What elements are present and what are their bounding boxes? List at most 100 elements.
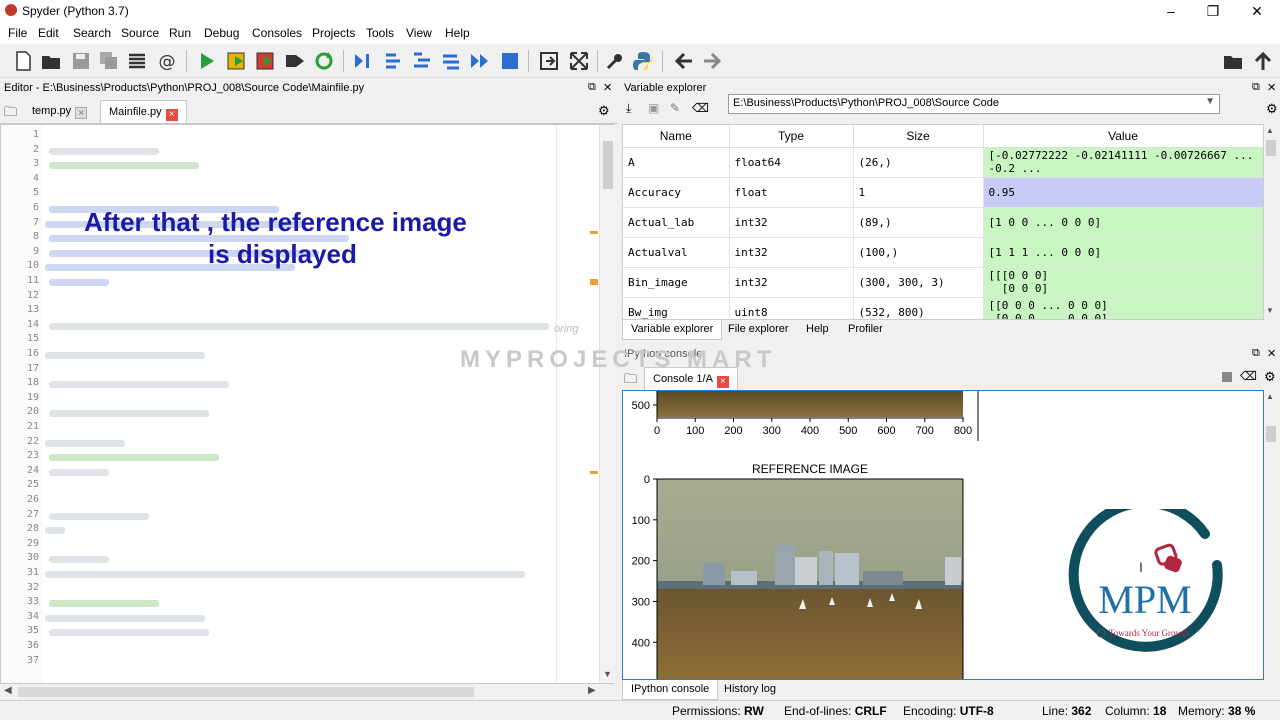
column-header-size[interactable]: Size <box>853 125 984 148</box>
close-icon[interactable]: × <box>165 109 178 121</box>
save-data-icon[interactable]: ▣ <box>648 101 659 115</box>
var-value[interactable]: [-0.02772222 -0.02141111 -0.00726667 ...… <box>983 147 1263 178</box>
scroll-left-icon[interactable]: ◀ <box>4 685 12 696</box>
tab-mainfile-py[interactable]: Mainfile.py × <box>100 100 187 123</box>
var-value[interactable]: 0.95 <box>983 177 1263 208</box>
scroll-down-icon[interactable]: ▼ <box>603 669 612 679</box>
tab-help[interactable]: Help <box>798 320 837 340</box>
maximize-pane-icon[interactable] <box>538 50 560 72</box>
tab-profiler[interactable]: Profiler <box>840 320 891 340</box>
continue-icon[interactable] <box>469 50 491 72</box>
python-path-icon[interactable] <box>632 50 654 72</box>
var-value[interactable]: [1 0 0 ... 0 0 0] <box>983 207 1263 238</box>
restore-button[interactable]: ❐ <box>1198 2 1228 20</box>
undock-icon[interactable]: ⧉ <box>588 81 596 94</box>
tab-history-log[interactable]: History log <box>716 680 784 700</box>
var-value[interactable]: [1 1 1 ... 0 0 0] <box>983 237 1263 268</box>
menu-search[interactable]: Search <box>73 26 111 40</box>
menu-debug[interactable]: Debug <box>204 26 239 40</box>
close-icon[interactable]: × <box>75 107 88 119</box>
title-bar: Spyder (Python 3.7) – ❐ ✕ <box>0 0 1280 22</box>
menu-tools[interactable]: Tools <box>366 26 394 40</box>
table-row[interactable]: Actualval int32 (100,) [1 1 1 ... 0 0 0] <box>623 237 1263 268</box>
table-row[interactable]: Actual_lab int32 (89,) [1 0 0 ... 0 0 0] <box>623 207 1263 238</box>
back-arrow-icon[interactable] <box>673 50 695 72</box>
run-selection-icon[interactable] <box>284 50 306 72</box>
menu-file[interactable]: File <box>8 26 27 40</box>
var-value[interactable]: [[0 0 0 ... 0 0 0] [0 0 0 ... 0 0 0] <box>983 297 1263 319</box>
eraser-icon[interactable]: ⌫ <box>1240 369 1257 383</box>
menu-source[interactable]: Source <box>121 26 159 40</box>
menu-edit[interactable]: Edit <box>38 26 59 40</box>
step-return-icon[interactable] <box>440 50 462 72</box>
new-file-icon[interactable] <box>12 50 34 72</box>
menu-projects[interactable]: Projects <box>312 26 355 40</box>
minimize-button[interactable]: – <box>1156 2 1186 20</box>
table-row[interactable]: A float64 (26,) [-0.02772222 -0.02141111… <box>623 147 1263 178</box>
tab-label: Console 1/A <box>653 373 713 385</box>
table-row[interactable]: Bin_image int32 (300, 300, 3) [[[0 0 0] … <box>623 267 1263 298</box>
save-icon[interactable] <box>70 50 92 72</box>
tab-variable-explorer[interactable]: Variable explorer <box>622 320 723 340</box>
at-sign-icon[interactable]: @ <box>156 50 178 72</box>
debug-icon[interactable] <box>352 50 374 72</box>
list-icon[interactable] <box>126 50 148 72</box>
step-icon[interactable] <box>382 50 404 72</box>
line-number: 34 <box>26 610 39 622</box>
column-header-type[interactable]: Type <box>729 125 854 148</box>
browse-tabs-icon[interactable]: 🗀 <box>4 103 17 125</box>
stop-debug-icon[interactable] <box>499 50 521 72</box>
table-row[interactable]: Bw_img uint8 (532, 800) [[0 0 0 ... 0 0 … <box>623 297 1263 319</box>
variable-explorer-header: Variable explorer ⧉ ✕ <box>620 80 1280 98</box>
tab-file-explorer[interactable]: File explorer <box>720 320 797 340</box>
menu-view[interactable]: View <box>406 26 432 40</box>
editor-horizontal-scrollbar[interactable]: ◀ ▶ <box>0 684 614 700</box>
menu-consoles[interactable]: Consoles <box>252 26 302 40</box>
gear-icon[interactable]: ⚙ <box>1266 101 1278 117</box>
console-scrollbar[interactable]: ▲ <box>1264 390 1278 680</box>
eraser-icon[interactable]: ⌫ <box>692 101 709 115</box>
variable-table[interactable]: Name Type Size Value A float64 (26,) [-0… <box>622 124 1264 320</box>
save-as-icon[interactable]: ✎ <box>670 101 680 115</box>
close-icon[interactable]: × <box>716 376 729 388</box>
preferences-wrench-icon[interactable] <box>604 50 626 72</box>
forward-arrow-icon[interactable] <box>701 50 723 72</box>
column-header-value[interactable]: Value <box>983 125 1263 148</box>
step-into-icon[interactable] <box>411 50 433 72</box>
line-number: 25 <box>26 479 39 491</box>
undock-icon[interactable]: ⧉ <box>1252 81 1260 94</box>
close-pane-icon[interactable]: ✕ <box>603 81 612 94</box>
browse-folder-icon[interactable] <box>1222 50 1244 72</box>
open-file-icon[interactable] <box>40 50 62 72</box>
save-all-icon[interactable] <box>98 50 120 72</box>
menu-run[interactable]: Run <box>169 26 191 40</box>
var-name: Accuracy <box>623 177 730 208</box>
stop-icon[interactable] <box>1222 372 1232 382</box>
menu-help[interactable]: Help <box>445 26 470 40</box>
undock-icon[interactable]: ⧉ <box>1252 347 1260 360</box>
var-value[interactable]: [[[0 0 0] [0 0 0] <box>983 267 1263 298</box>
column-header-name[interactable]: Name <box>623 125 730 148</box>
fullscreen-icon[interactable] <box>568 50 590 72</box>
run-icon[interactable] <box>196 50 218 72</box>
tick-label: 500 <box>839 425 857 437</box>
table-row[interactable]: Accuracy float 1 0.95 <box>623 177 1263 208</box>
tab-ipython-console[interactable]: IPython console <box>622 680 719 700</box>
gear-icon[interactable]: ⚙ <box>1264 369 1276 385</box>
run-cell-icon[interactable] <box>226 50 248 72</box>
console-output[interactable]: 500 0 100 200 300 400 500 600 700 800 REFERENCE … <box>622 390 1264 680</box>
editor-scrollbar[interactable]: ▼ <box>590 125 615 683</box>
run-cell-advance-icon[interactable] <box>255 50 277 72</box>
parent-directory-icon[interactable] <box>1252 50 1274 72</box>
close-window-button[interactable]: ✕ <box>1242 2 1272 20</box>
import-data-icon[interactable]: ⤓ <box>626 101 631 116</box>
close-pane-icon[interactable]: ✕ <box>1267 81 1276 94</box>
value: 38 % <box>1228 704 1256 718</box>
close-pane-icon[interactable]: ✕ <box>1267 347 1276 360</box>
tab-temp-py[interactable]: temp.py × <box>24 100 95 123</box>
scroll-right-icon[interactable]: ▶ <box>588 685 596 696</box>
variable-table-scrollbar[interactable]: ▲ ▼ <box>1264 124 1278 320</box>
gear-icon[interactable]: ⚙ <box>598 103 610 119</box>
rerun-icon[interactable] <box>313 50 335 72</box>
label: Encoding: <box>903 704 957 718</box>
